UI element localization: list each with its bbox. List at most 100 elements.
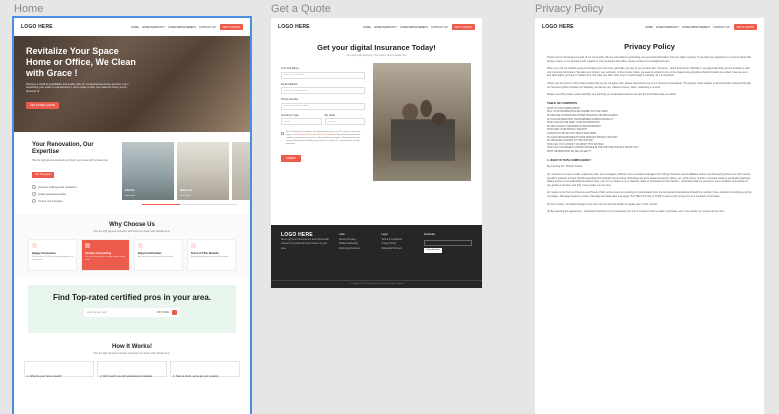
step-card: 1. What do your home needs?	[24, 361, 94, 378]
next-photo[interactable]	[232, 142, 250, 200]
footer-link[interactable]: Partnering Services	[339, 247, 374, 252]
full-name-field[interactable]: Enter your full name	[281, 71, 365, 79]
email-label: Email Address	[281, 82, 298, 86]
how-subtitle: Hire the right general contractor and bu…	[93, 352, 171, 356]
check-item: Licensed, skilled general contractors	[32, 185, 118, 190]
logo[interactable]: LOGO HERE	[278, 24, 310, 30]
zip-label: Zip Code	[324, 113, 336, 117]
renovation-title: Your Renovation, Our Expertise	[32, 142, 94, 155]
top-nav: LOGO HERE HOME HOME WARRANTY HOME IMPROV…	[271, 18, 482, 36]
get-quote-button[interactable]: GET A QUOTE	[733, 24, 757, 30]
find-title: Find Top-rated certified pros in your ar…	[52, 293, 212, 303]
nav-item-contact[interactable]: CONTACT US	[199, 26, 216, 29]
consent-block: By checking this checkbox, you represent…	[281, 131, 365, 146]
top-nav: LOGO HERE HOME HOME WARRANTY HOME IMPROV…	[14, 18, 250, 36]
footer: LOGO HERE We've got your homeowners and …	[271, 225, 482, 288]
smile-icon	[32, 243, 37, 249]
renovation-quote-button[interactable]: Get The Quote	[32, 171, 54, 178]
check-circle-icon	[32, 192, 36, 197]
table-of-contents: WHAT IS TCPA COMPLIANCE? WILL YOUR INFOR…	[547, 108, 752, 155]
quote-frame[interactable]: LOGO HERE HOME HOME WARRANTY HOME IMPROV…	[271, 18, 482, 288]
checklist: Licensed, skilled general contractors Qu…	[32, 185, 118, 204]
nav-item-home-warranty[interactable]: HOME WARRANTY	[656, 26, 679, 29]
service-search-input[interactable]: How can we help	[87, 311, 107, 314]
service-search-bar[interactable]: How can we help ZIP CODE	[84, 307, 180, 317]
nav-item-home[interactable]: HOME	[645, 26, 653, 29]
nav-item-home[interactable]: HOME	[131, 26, 139, 29]
paragraph: Please read this privacy notice carefull…	[547, 93, 677, 97]
hero-quote-button[interactable]: GET A FREE QUOTE	[26, 102, 60, 110]
consent-checkbox[interactable]	[281, 132, 284, 135]
badge-icon	[191, 243, 196, 249]
toc-link[interactable]: WHAT INFORMATION DO WE COLLECT?	[547, 151, 752, 155]
nav-item-contact[interactable]: CONTACT US	[431, 26, 448, 29]
carousel-progress	[142, 204, 237, 205]
step-card: 3. Start to finish, we've got you covere…	[170, 361, 240, 378]
hero-section: Revitalize Your Space Home or Office, We…	[14, 36, 250, 132]
nav-item-home-warranty[interactable]: HOME WARRANTY	[142, 26, 165, 29]
quote-title: Get your digital Insurance Today!	[317, 43, 436, 52]
nav-menu: HOME HOME WARRANTY HOME IMPROVEMENT CONT…	[645, 26, 729, 29]
toc-title: TABLE OF CONTENTS	[547, 100, 577, 105]
logo[interactable]: LOGO HERE	[21, 24, 53, 30]
newsletter-email-input[interactable]	[424, 239, 473, 246]
renovation-text: Hire the right general contractor and bu…	[32, 159, 109, 162]
check-circle-icon	[32, 185, 36, 190]
insurance-type-select[interactable]: Select	[281, 118, 322, 125]
paragraph: By pressing the "Submit" button:	[547, 165, 583, 169]
privacy-content: Privacy Policy Thank you for choosing to…	[535, 36, 764, 224]
copyright: © Copyright 2024 All rights reserved. | …	[271, 280, 482, 285]
get-quote-button[interactable]: GET A QUOTE	[451, 24, 475, 30]
nav-item-home-improvement[interactable]: HOME IMPROVEMENT	[168, 26, 196, 29]
how-it-works-section: How It Works! Hire the right general con…	[14, 339, 250, 382]
hero-title: Revitalize Your Space Home or Office, We…	[26, 46, 136, 78]
nav-item-contact[interactable]: CONTACT US	[713, 26, 730, 29]
submit-button[interactable]: SUBMIT	[281, 155, 301, 162]
kitchen-photo[interactable]: Kitchen Renovation	[122, 142, 174, 200]
feature-card: Expert technician All contractors are li…	[134, 239, 183, 272]
check-item: On-time and on-budget	[32, 199, 118, 204]
zip-field[interactable]: Zip code	[324, 118, 365, 125]
privacy-title: Privacy Policy	[624, 42, 675, 51]
newsletter-title: Newsletter	[424, 233, 436, 236]
find-pros-section: Find Top-rated certified pros in your ar…	[28, 285, 236, 334]
nav-menu: HOME HOME WARRANTY HOME IMPROVEMENT CONT…	[131, 26, 215, 29]
frame-label-home: Home	[14, 3, 44, 15]
insurance-type-label: Insurance Type	[281, 113, 299, 117]
logo[interactable]: LOGO HERE	[542, 24, 574, 30]
nav-item-home-improvement[interactable]: HOME IMPROVEMENT	[400, 26, 428, 29]
email-field[interactable]: Enter your email address	[281, 87, 365, 94]
phone-label: Phone Number	[281, 98, 299, 101]
why-title: Why Choose Us	[109, 222, 155, 229]
privacy-frame[interactable]: LOGO HERE HOME HOME WARRANTY HOME IMPROV…	[535, 18, 764, 414]
paragraph: (1) I consent to receive emails, telepho…	[547, 173, 751, 187]
check-circle-icon	[32, 199, 36, 204]
check-item: Quality guaranteed results	[32, 192, 118, 197]
get-quote-button[interactable]: GET A QUOTE	[219, 24, 243, 30]
search-icon[interactable]	[172, 309, 177, 315]
photo-carousel[interactable]: Kitchen Renovation Bathroom Remodeling	[122, 142, 250, 206]
top-nav: LOGO HERE HOME HOME WARRANTY HOME IMPROV…	[535, 18, 764, 36]
footer-link[interactable]: Marketing Partners	[382, 247, 417, 252]
phone-field[interactable]: Enter your phone number	[281, 102, 365, 110]
tools-icon	[138, 243, 143, 249]
paragraph: (3) The number I provided belongs to me …	[547, 202, 658, 206]
bathroom-photo[interactable]: Bathroom Remodeling	[177, 142, 229, 200]
why-choose-section: Why Choose Us Hire the right general con…	[14, 214, 250, 280]
why-subtitle: Hire the right general contractor and bu…	[93, 230, 171, 234]
nav-item-home-warranty[interactable]: HOME WARRANTY	[374, 26, 397, 29]
paragraph: Thank you for choosing to be part of our…	[547, 56, 752, 63]
how-title: How It Works!	[112, 344, 152, 351]
nav-item-home-improvement[interactable]: HOME IMPROVEMENT	[682, 26, 710, 29]
renovation-section: Your Renovation, Our Expertise Hire the …	[14, 132, 250, 214]
subscribe-button[interactable]: Subscribe Now	[424, 247, 443, 253]
home-frame[interactable]: LOGO HERE HOME HOME WARRANTY HOME IMPROV…	[12, 16, 252, 414]
zip-input[interactable]: ZIP CODE	[157, 311, 169, 314]
nav-menu: HOME HOME WARRANTY HOME IMPROVEMENT CONT…	[363, 26, 447, 29]
calendar-icon	[85, 243, 90, 249]
nav-item-home[interactable]: HOME	[363, 26, 371, 29]
paragraph: When you visit our website www.ourcompan…	[547, 67, 750, 78]
feature-card: Happy Customers We have over 10,000 sati…	[28, 239, 77, 272]
policy-link[interactable]: Privacy Policy and Terms & Conditions	[298, 134, 335, 136]
family-photo	[373, 63, 471, 181]
